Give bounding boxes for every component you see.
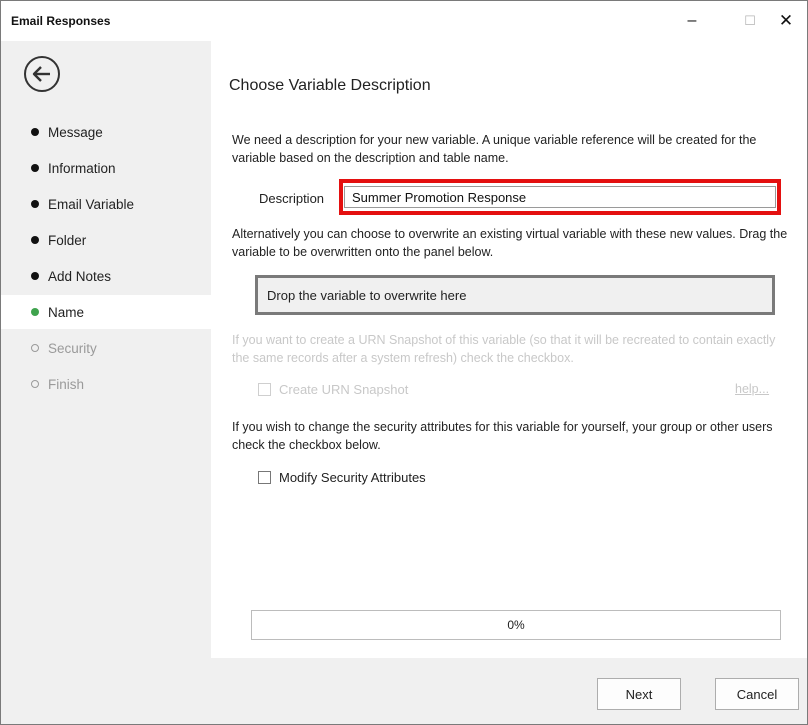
step-pending-icon (31, 344, 39, 352)
sidebar-item-label: Add Notes (48, 268, 112, 284)
security-checkbox-box[interactable] (258, 471, 271, 484)
create-urn-snapshot-checkbox[interactable]: Create URN Snapshot (258, 382, 408, 397)
sidebar-item-information[interactable]: Information (1, 151, 211, 185)
step-bullet-icon (31, 308, 39, 316)
security-checkbox-label: Modify Security Attributes (279, 470, 426, 485)
drop-zone-label: Drop the variable to overwrite here (258, 278, 772, 312)
progress-text: 0% (507, 618, 525, 632)
modify-security-attributes-checkbox[interactable]: Modify Security Attributes (258, 470, 426, 485)
step-bullet-icon (31, 128, 39, 136)
sidebar-item-label: Folder (48, 232, 87, 248)
window-title: Email Responses (11, 14, 111, 28)
step-pending-icon (31, 380, 39, 388)
main-panel: Choose Variable Description We need a de… (211, 41, 807, 658)
footer-bar: Next Cancel (211, 658, 807, 724)
description-input[interactable] (344, 186, 776, 208)
urn-checkbox-box[interactable] (258, 383, 271, 396)
close-button[interactable]: ✕ (763, 1, 808, 41)
title-bar: Email Responses – ☐ ✕ (1, 1, 807, 41)
urn-snapshot-text: If you want to create a URN Snapshot of … (232, 333, 776, 365)
wizard-steps-sidebar: Message Information Email Variable Folder Ad… (1, 41, 211, 724)
sidebar-item-label: Finish (48, 376, 85, 392)
sidebar-item-security[interactable]: Security (1, 331, 211, 365)
minimize-button[interactable]: – (669, 1, 715, 41)
sidebar-item-email-variable[interactable]: Email Variable (1, 187, 211, 221)
urn-checkbox-label: Create URN Snapshot (279, 382, 409, 397)
sidebar-item-label: Email Variable (48, 196, 135, 212)
sidebar-item-name[interactable]: Name (1, 295, 211, 329)
help-link[interactable]: help... (735, 382, 769, 396)
page-title: Choose Variable Description (229, 77, 431, 94)
step-bullet-icon (31, 200, 39, 208)
intro-text: We need a description for your new varia… (232, 133, 757, 165)
sidebar-item-message[interactable]: Message (1, 115, 211, 149)
sidebar-item-add-notes[interactable]: Add Notes (1, 259, 211, 293)
sidebar-item-label: Information (48, 160, 116, 176)
cancel-button[interactable]: Cancel (715, 678, 799, 710)
description-label: Description (259, 191, 325, 206)
overwrite-text: Alternatively you can choose to overwrit… (232, 227, 788, 259)
sidebar-item-label: Name (48, 304, 85, 320)
back-arrow-icon[interactable] (24, 56, 60, 92)
sidebar-item-label: Security (48, 340, 97, 356)
progress-bar: 0% (251, 610, 781, 640)
overwrite-drop-zone[interactable]: Drop the variable to overwrite here (255, 275, 775, 315)
step-bullet-icon (31, 236, 39, 244)
next-button[interactable]: Next (597, 678, 681, 710)
sidebar-item-finish[interactable]: Finish (1, 367, 211, 401)
step-bullet-icon (31, 272, 39, 280)
email-responses-window: Email Responses – ☐ ✕ Message Information… (0, 0, 808, 725)
step-bullet-icon (31, 164, 39, 172)
sidebar-item-folder[interactable]: Folder (1, 223, 211, 257)
sidebar-item-label: Message (48, 124, 103, 140)
security-text: If you wish to change the security attri… (232, 420, 773, 452)
